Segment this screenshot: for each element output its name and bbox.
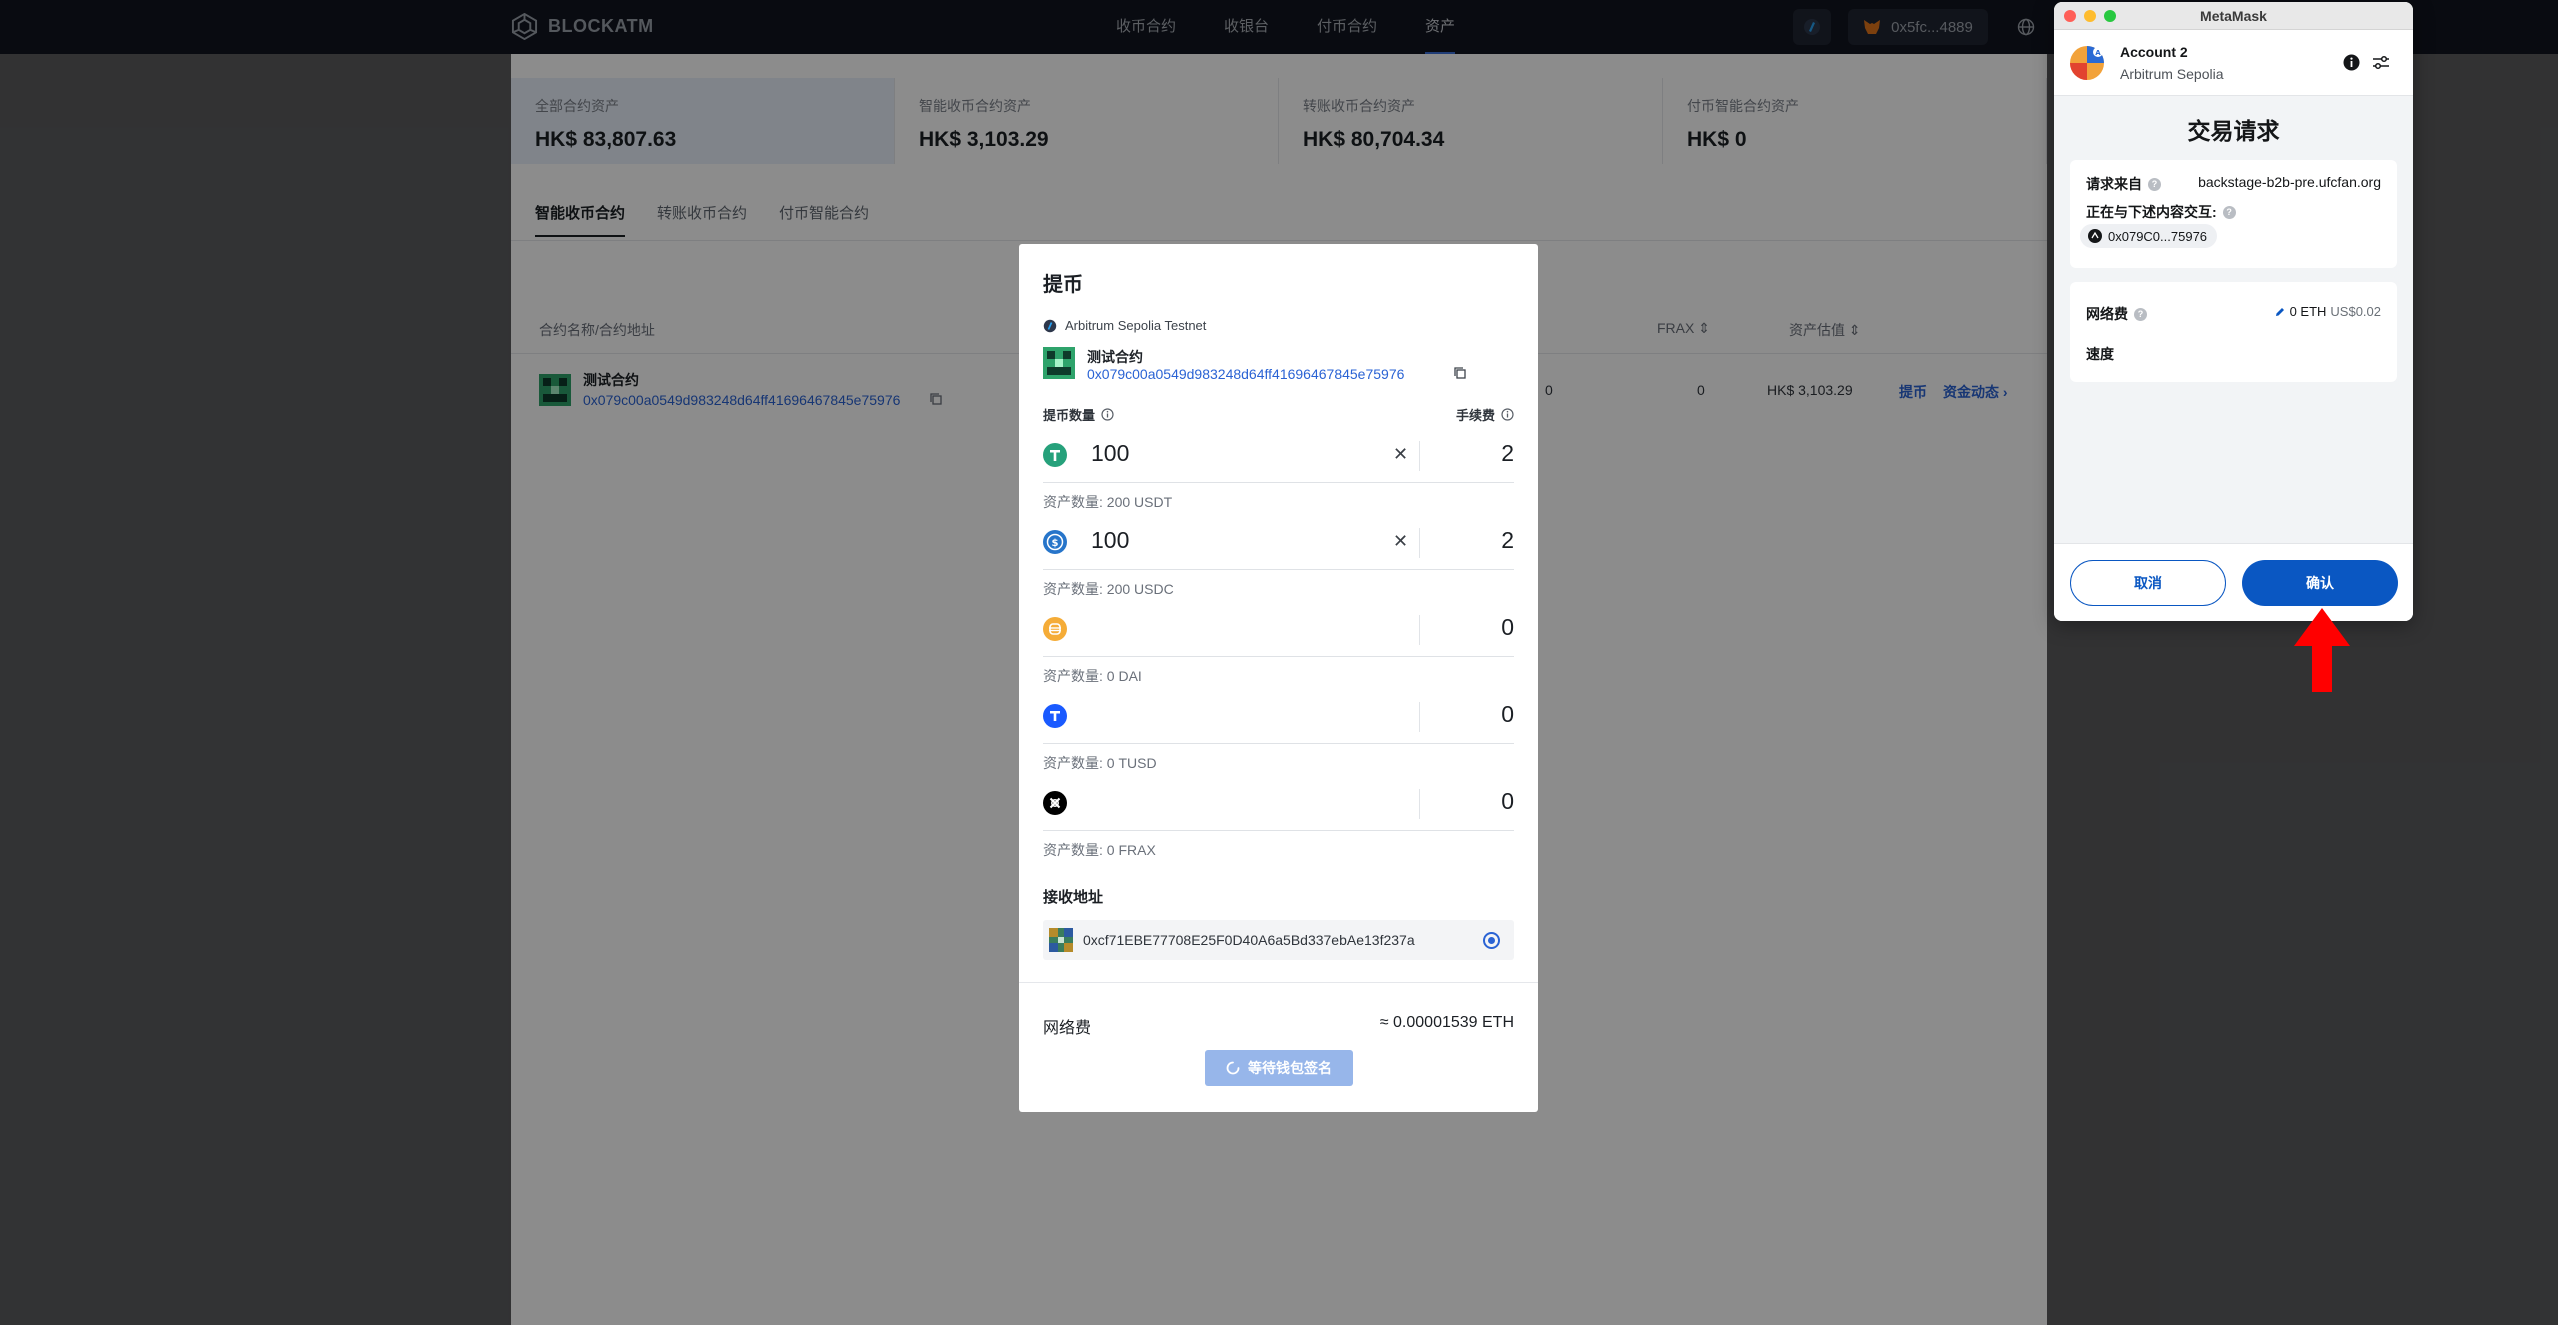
token-balance: 资产数量: 200 USDC	[1043, 581, 1174, 597]
speed-row: 速度	[2086, 344, 2114, 364]
interacting-address: 0x079C0...75976	[2108, 228, 2208, 244]
gas-fiat: US$0.02	[2330, 304, 2381, 319]
spinner-icon	[1226, 1061, 1240, 1075]
gas-eth: 0 ETH	[2289, 304, 2327, 319]
wallet-avatar-icon	[1049, 928, 1073, 952]
modal-title: 提币	[1043, 274, 1083, 296]
request-from-label: 请求来自	[2086, 176, 2142, 192]
contract-name: 测试合约	[1087, 349, 1143, 365]
info-icon[interactable]	[1101, 408, 1114, 421]
amount-input[interactable]: 100	[1091, 440, 1129, 467]
confirm-button[interactable]: 确认	[2242, 560, 2398, 606]
arrow-up-annotation-icon	[2294, 608, 2350, 692]
tusd-icon	[1043, 704, 1067, 728]
gas-fee-row: 网络费 ?	[2086, 304, 2147, 324]
clear-icon[interactable]: ✕	[1393, 444, 1408, 465]
amount-label: 提币数量	[1043, 408, 1096, 423]
dai-icon	[1043, 617, 1067, 641]
clear-icon[interactable]: ✕	[1393, 531, 1408, 552]
fee-value: 0	[1501, 788, 1514, 814]
gas-fee-value[interactable]: 0 ETH US$0.02	[2274, 304, 2381, 319]
token-row-usdc: $ 100 ✕ 2	[1043, 516, 1514, 570]
speed-label: 速度	[2086, 346, 2114, 362]
help-icon[interactable]: ?	[2134, 307, 2147, 321]
usdc-icon: $	[1043, 530, 1067, 554]
divider	[1419, 702, 1420, 732]
usdt-icon	[1043, 443, 1067, 467]
divider	[1419, 615, 1420, 645]
help-icon[interactable]: ?	[2222, 205, 2236, 219]
token-balance: 资产数量: 0 DAI	[1043, 668, 1142, 684]
request-origin: backstage-b2b-pre.ufcfan.org	[2198, 174, 2381, 190]
account-network: Arbitrum Sepolia	[2120, 66, 2224, 82]
edit-pencil-icon[interactable]	[2274, 306, 2286, 318]
receive-address-option[interactable]: 0xcf71EBE77708E25F0D40A6a5Bd337ebAe13f23…	[1043, 920, 1514, 960]
fee-value: 2	[1501, 440, 1514, 466]
token-row-tusd: 0	[1043, 690, 1514, 744]
window-titlebar: MetaMask	[2054, 2, 2413, 30]
interacting-with-row: 正在与下述内容交互: ?	[2086, 202, 2236, 222]
network-fee-value: ≈ 0.00001539 ETH	[1379, 1014, 1514, 1031]
account-header: A Account 2 Arbitrum Sepolia	[2054, 30, 2413, 96]
info-icon[interactable]	[2343, 54, 2360, 71]
account-name: Account 2	[2120, 44, 2188, 60]
arbitrum-icon	[1043, 319, 1057, 332]
network-fee-label: 网络费	[1043, 1020, 1092, 1037]
action-footer: 取消 确认	[2054, 543, 2413, 621]
transaction-request-heading: 交易请求	[2187, 118, 2280, 144]
contract-identicon-icon	[2088, 229, 2102, 243]
fee-value: 0	[1501, 614, 1514, 640]
token-balance: 资产数量: 0 TUSD	[1043, 755, 1157, 771]
token-balance: 资产数量: 200 USDT	[1043, 494, 1173, 510]
request-details-card: 请求来自 ? backstage-b2b-pre.ufcfan.org 正在与下…	[2070, 160, 2397, 268]
account-avatar-icon[interactable]: A	[2070, 46, 2104, 80]
waiting-signature-label: 等待钱包签名	[1248, 1060, 1332, 1076]
copy-icon[interactable]	[1453, 366, 1467, 380]
divider	[1019, 982, 1538, 983]
gas-details-card: 网络费 ? 0 ETH US$0.02 速度	[2070, 282, 2397, 382]
radio-selected[interactable]	[1483, 932, 1500, 949]
divider	[1419, 528, 1420, 558]
interacting-with-label: 正在与下述内容交互:	[2086, 204, 2217, 220]
waiting-signature-button[interactable]: 等待钱包签名	[1205, 1050, 1353, 1086]
svg-text:$: $	[1052, 538, 1059, 549]
token-row-frax: 0	[1043, 777, 1514, 831]
fee-value: 0	[1501, 701, 1514, 727]
network-name: Arbitrum Sepolia Testnet	[1065, 318, 1207, 333]
frax-icon	[1043, 791, 1067, 815]
cancel-button[interactable]: 取消	[2070, 560, 2226, 606]
token-row-dai: 0	[1043, 603, 1514, 657]
network-label: Arbitrum Sepolia Testnet	[1043, 318, 1206, 333]
settings-sliders-icon[interactable]	[2372, 54, 2390, 71]
fee-value: 2	[1501, 527, 1514, 553]
info-icon[interactable]	[1501, 408, 1514, 421]
token-row-usdt: 100 ✕ 2	[1043, 429, 1514, 483]
receive-address-label: 接收地址	[1043, 889, 1104, 906]
divider	[1419, 789, 1420, 819]
request-from-row: 请求来自 ?	[2086, 174, 2161, 194]
contract-avatar-icon	[1043, 347, 1075, 379]
help-icon[interactable]: ?	[2148, 177, 2161, 191]
interacting-address-pill[interactable]: 0x079C0...75976	[2080, 224, 2218, 248]
window-title: MetaMask	[2200, 8, 2267, 24]
gas-fee-label: 网络费	[2086, 306, 2128, 322]
contract-address[interactable]: 0x079c00a0549d983248d64ff41696467845e759…	[1087, 366, 1404, 382]
fee-header: 手续费	[1456, 405, 1514, 424]
receive-address: 0xcf71EBE77708E25F0D40A6a5Bd337ebAe13f23…	[1083, 932, 1415, 948]
fee-label: 手续费	[1455, 408, 1495, 423]
amount-input[interactable]: 100	[1091, 527, 1129, 554]
amount-header: 提币数量	[1043, 405, 1114, 424]
divider	[1419, 441, 1420, 471]
withdraw-modal: 提币 Arbitrum Sepolia Testnet 测试合约 0x079c0…	[1019, 244, 1538, 1112]
svg-text:A: A	[2095, 49, 2101, 57]
token-balance: 资产数量: 0 FRAX	[1043, 842, 1156, 858]
metamask-window: MetaMask A Account 2 Arbitrum Sepolia 交易…	[2054, 2, 2413, 621]
